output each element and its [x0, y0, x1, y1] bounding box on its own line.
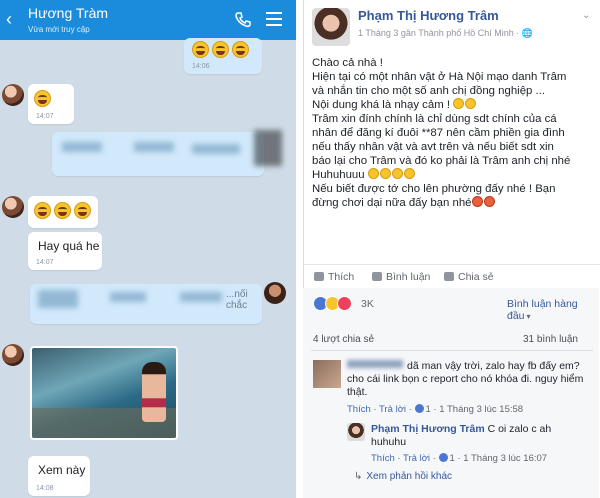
comment: dã man vậy trời, zalo hay fb đấy em? cho… [347, 360, 584, 398]
post-line: Trâm xin đính chính là chỉ dùng sdt chín… [312, 113, 557, 125]
contact-status: Vừa mới truy cập [28, 25, 90, 34]
message-time: 14:08 [36, 485, 54, 492]
reply-time[interactable]: 1 Tháng 3 lúc 16:07 [463, 453, 547, 464]
post-line: Nếu biết được tớ cho lên phường đấy nhé … [312, 183, 556, 195]
author-avatar[interactable] [312, 8, 350, 46]
divider [311, 350, 593, 351]
comment-button[interactable]: Bình luận [372, 271, 430, 283]
censored-text [38, 290, 78, 308]
chevron-down-icon: ▾ [526, 312, 531, 321]
reply-author-avatar[interactable] [347, 423, 365, 441]
phone-call-icon[interactable] [234, 11, 252, 29]
post-line: nếu thấy nhân vật và avt trên và nếu biế… [312, 141, 554, 153]
post-line: và nhắn tin cho một số anh chị đồng nghi… [312, 85, 546, 97]
reactions-row[interactable]: 3K Bình luận hàng đầu ▾ [313, 296, 597, 322]
post-line: báo lại cho Trâm và đó ko phải là Trâm a… [312, 155, 571, 167]
shared-photo[interactable] [30, 346, 178, 440]
post-meta: 1 Tháng 3 gần Thành phố Hồ Chí Minh · 🌐 [358, 28, 533, 38]
post-body: Chào cả nhà ! Hiện tại có một nhân vật ở… [312, 56, 594, 210]
post-action-bar: Thích Bình luận Chia sẻ [304, 264, 600, 288]
crying-emoji-icon [379, 168, 391, 179]
comment-icon [372, 272, 382, 281]
comment-reply-link[interactable]: Trả lời [379, 404, 406, 415]
chat-message-sent-censored: ...nối chắc [30, 284, 262, 324]
comment-like-link[interactable]: Thích [347, 404, 371, 415]
laughing-emoji-icon [232, 41, 249, 58]
message-time: 14:06 [192, 63, 210, 70]
share-icon [444, 272, 454, 281]
chat-header: ‹ Hương Tràm Vừa mới truy cập [0, 0, 296, 40]
comment-time[interactable]: 1 Tháng 3 lúc 15:58 [439, 404, 523, 415]
censored-text [180, 292, 222, 302]
angry-emoji-icon [483, 196, 495, 207]
reply-arrow-icon: ↳ [354, 471, 363, 482]
thumbs-up-icon [314, 272, 324, 281]
share-button[interactable]: Chia sẻ [444, 271, 494, 283]
post-line: Hiện tại có một nhân vật ở Hà Nội mạo da… [312, 71, 567, 83]
chat-message-received: Hay quá he 14:07 [28, 232, 102, 270]
own-avatar[interactable] [264, 282, 286, 304]
contact-avatar[interactable] [2, 84, 24, 106]
censored-text [110, 292, 146, 302]
reply-author-name[interactable]: Phạm Thị Hương Trâm [371, 423, 485, 435]
message-time: 14:07 [36, 259, 54, 266]
post-line: Huhuhuuu [312, 168, 594, 182]
love-reaction-icon [337, 296, 352, 311]
sad-emoji-icon [453, 98, 465, 109]
chat-message-sent: 14:06 [184, 38, 262, 74]
crying-emoji-icon [391, 168, 403, 179]
laughing-emoji-icon [34, 202, 51, 219]
view-more-replies-link[interactable]: ↳ Xem phản hồi khác [354, 471, 452, 482]
post-line: Chào cả nhà ! [312, 57, 383, 69]
crying-emoji-icon [403, 168, 415, 179]
like-reaction-icon [438, 453, 448, 462]
laughing-emoji-icon [34, 90, 51, 107]
back-arrow-icon[interactable]: ‹ [6, 10, 12, 28]
post-line: Nội dung khá là nhạy cảm ! [312, 98, 594, 112]
commenter-avatar[interactable] [313, 360, 341, 388]
censored-text [62, 142, 102, 152]
laughing-emoji-icon [212, 41, 229, 58]
chat-message-received: 14:07 [28, 84, 74, 124]
reply-like-link[interactable]: Thích [371, 453, 395, 464]
share-count[interactable]: 4 lượt chia sẻ [313, 334, 374, 345]
zalo-chat-panel: ‹ Hương Tràm Vừa mới truy cập 14:06 14:0… [0, 0, 296, 498]
laughing-emoji-icon [54, 202, 71, 219]
censored-text [134, 142, 174, 152]
like-reaction-icon [414, 404, 424, 413]
contact-avatar[interactable] [2, 196, 24, 218]
comment-actions: Thích · Trả lời · 1 · 1 Tháng 3 lúc 15:5… [347, 404, 524, 415]
contact-name: Hương Tràm [28, 5, 109, 21]
laughing-emoji-icon [74, 202, 91, 219]
censored-text [192, 144, 240, 154]
comment-sort-dropdown[interactable]: Bình luận hàng đầu ▾ [507, 298, 597, 322]
laughing-emoji-icon [465, 98, 477, 109]
reactions-count: 3K [361, 298, 374, 310]
angry-emoji-icon [471, 196, 483, 207]
reply-reply-link[interactable]: Trả lời [403, 453, 430, 464]
crying-emoji-icon [367, 168, 379, 179]
chat-message-received: Xem này 14:08 [28, 456, 90, 496]
post-line: đừng chơi dại nữa đấy bạn nhé [312, 196, 594, 210]
reply-comment: Phạm Thị Hương Trâm C oi zalo c ah huhuh… [371, 423, 552, 448]
post-options-icon[interactable]: ⌄ [582, 10, 590, 21]
post-author[interactable]: Phạm Thị Hương Trâm [358, 8, 499, 23]
message-text: Hay quá he [38, 239, 100, 253]
chat-message-received [28, 196, 98, 228]
laughing-emoji-icon [192, 41, 209, 58]
comment-count[interactable]: 31 bình luận [520, 334, 578, 345]
censored-avatar [254, 130, 282, 166]
censored-commenter-name [347, 360, 403, 368]
emoji-row [192, 41, 252, 61]
post-line: nhân để đăng kí đuôi **87 nên cầm phiền … [312, 127, 565, 139]
message-text: ...nối chắc [226, 289, 248, 311]
message-text: Xem này [38, 463, 86, 477]
menu-icon[interactable] [266, 12, 282, 26]
message-time: 14:07 [36, 113, 54, 120]
like-button[interactable]: Thích [314, 271, 354, 283]
reply-actions: Thích · Trả lời · 1 · 1 Tháng 3 lúc 16:0… [371, 453, 548, 464]
contact-avatar[interactable] [2, 344, 24, 366]
chat-message-sent-censored [52, 132, 264, 176]
